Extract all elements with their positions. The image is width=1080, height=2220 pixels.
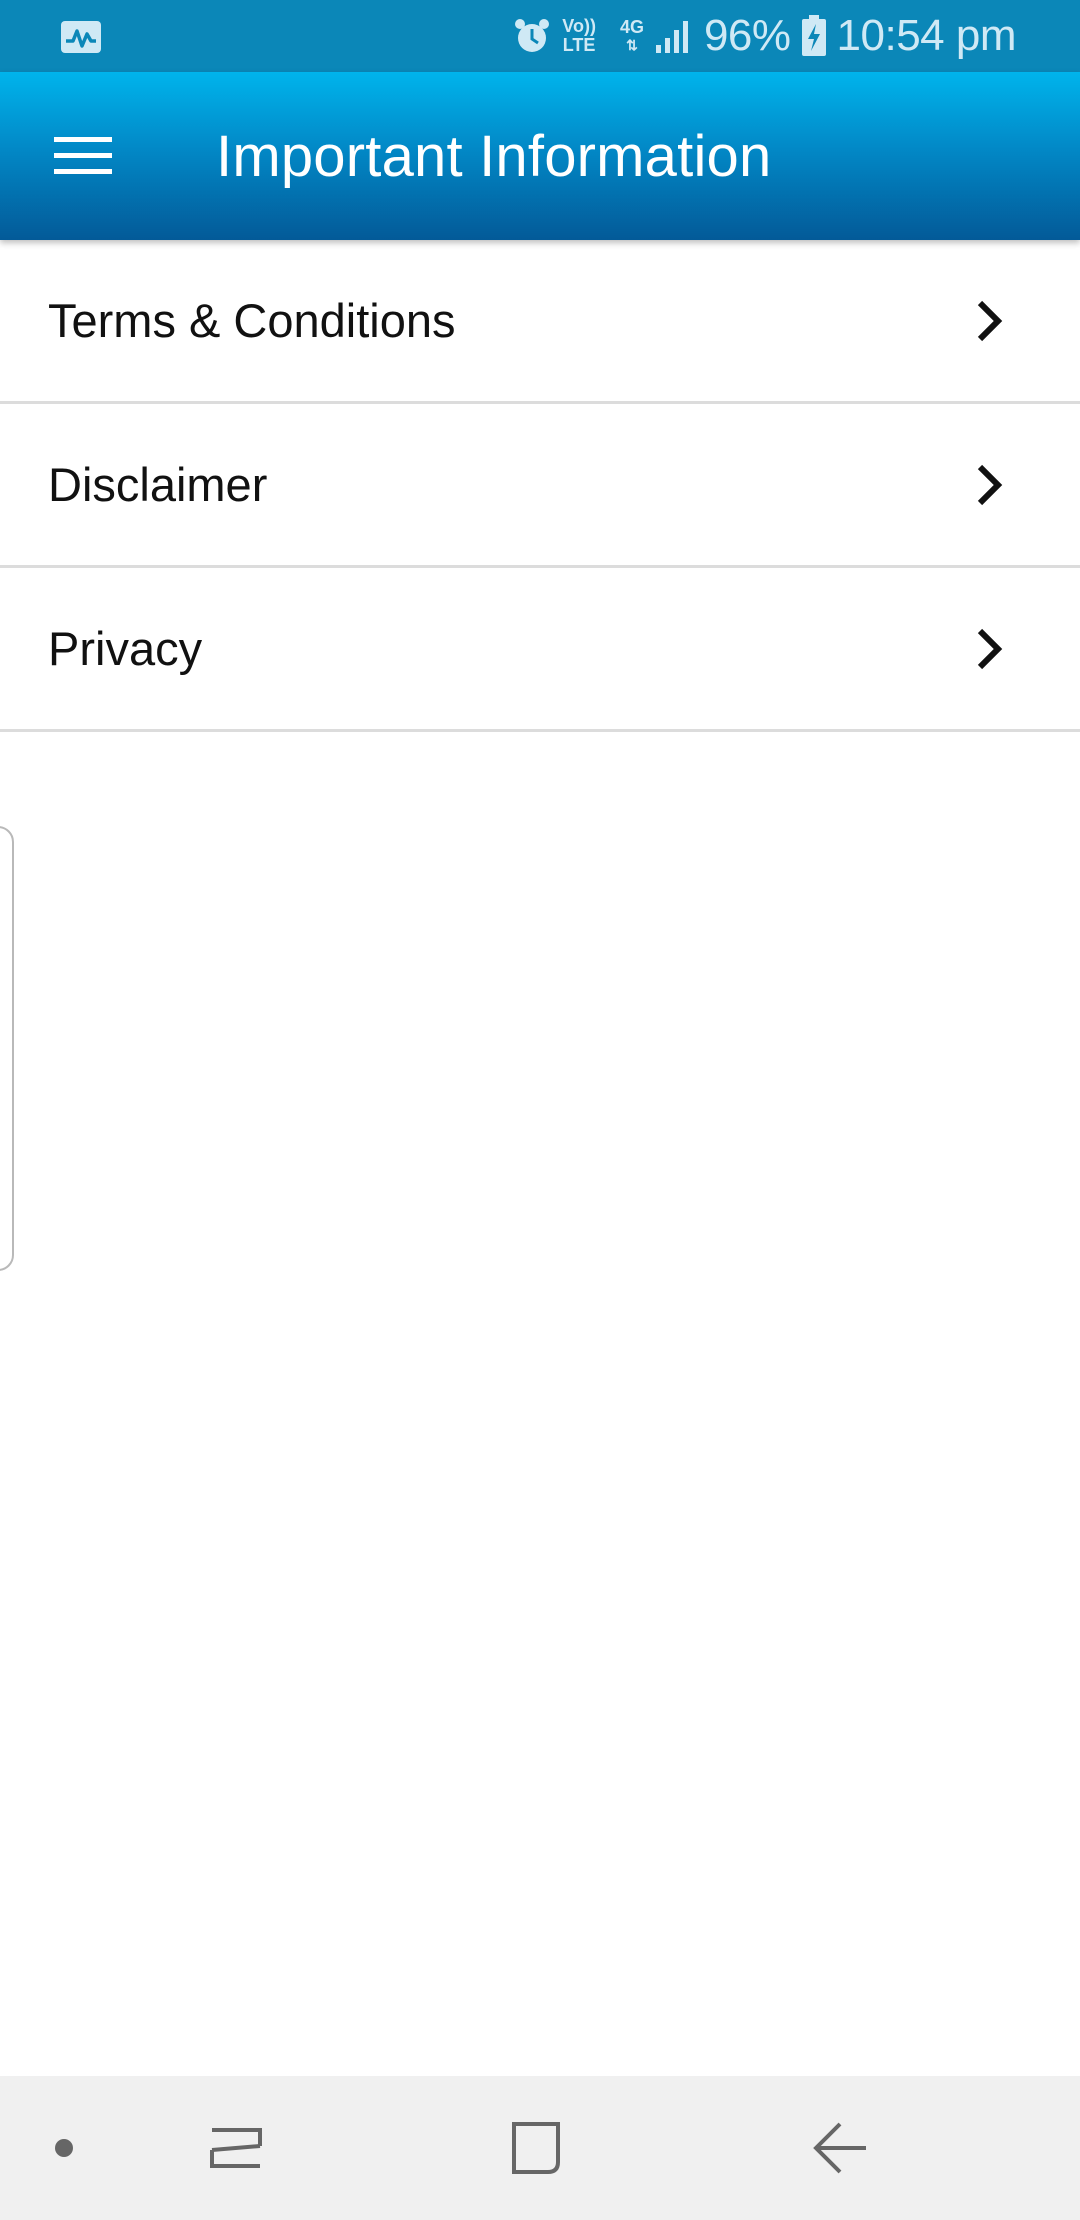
list-item-disclaimer[interactable]: Disclaimer [0,404,1080,568]
dot-icon[interactable] [28,2116,100,2180]
signal-bars-icon [655,21,688,53]
list-item-terms[interactable]: Terms & Conditions [0,240,1080,404]
clock: 10:54 pm [836,11,1017,60]
system-nav-bar [0,2076,1080,2220]
status-bar: Vo)) LTE 4G ⇅ 96% 10:54 pm [0,0,1080,72]
page-title: Important Information [216,123,772,189]
recent-apps-icon[interactable] [200,2116,272,2180]
list-item-label: Terms & Conditions [48,294,456,347]
battery-charging-icon [801,15,826,56]
menu-button[interactable] [40,116,126,196]
network-type-label: 4G [619,17,644,37]
chevron-right-icon [977,464,1003,505]
volte-indicator: Vo)) LTE [562,17,596,55]
hamburger-menu-icon [54,137,112,174]
volte-bottom-label: LTE [562,35,596,55]
volte-top-label: Vo)) [562,16,596,36]
edge-panel-handle[interactable] [0,826,14,1271]
activity-monitor-icon [61,21,101,53]
list-item-privacy[interactable]: Privacy [0,568,1080,732]
chevron-right-icon [977,300,1003,341]
chevron-right-icon [977,628,1003,669]
list-item-label: Privacy [48,622,203,675]
list-item-label: Disclaimer [48,458,268,511]
data-arrows-icon: ⇅ [626,37,638,53]
info-menu-list: Terms & Conditions Disclaimer Privacy [0,240,1080,732]
status-indicators: Vo)) LTE 4G ⇅ 96% 10:54 pm [512,0,1017,72]
battery-percent: 96% [703,11,791,60]
alarm-icon [515,19,550,52]
network-indicator: 4G ⇅ [620,18,644,54]
app-bar: Important Information [0,72,1080,240]
home-icon[interactable] [500,2116,572,2180]
back-icon[interactable] [804,2116,876,2180]
